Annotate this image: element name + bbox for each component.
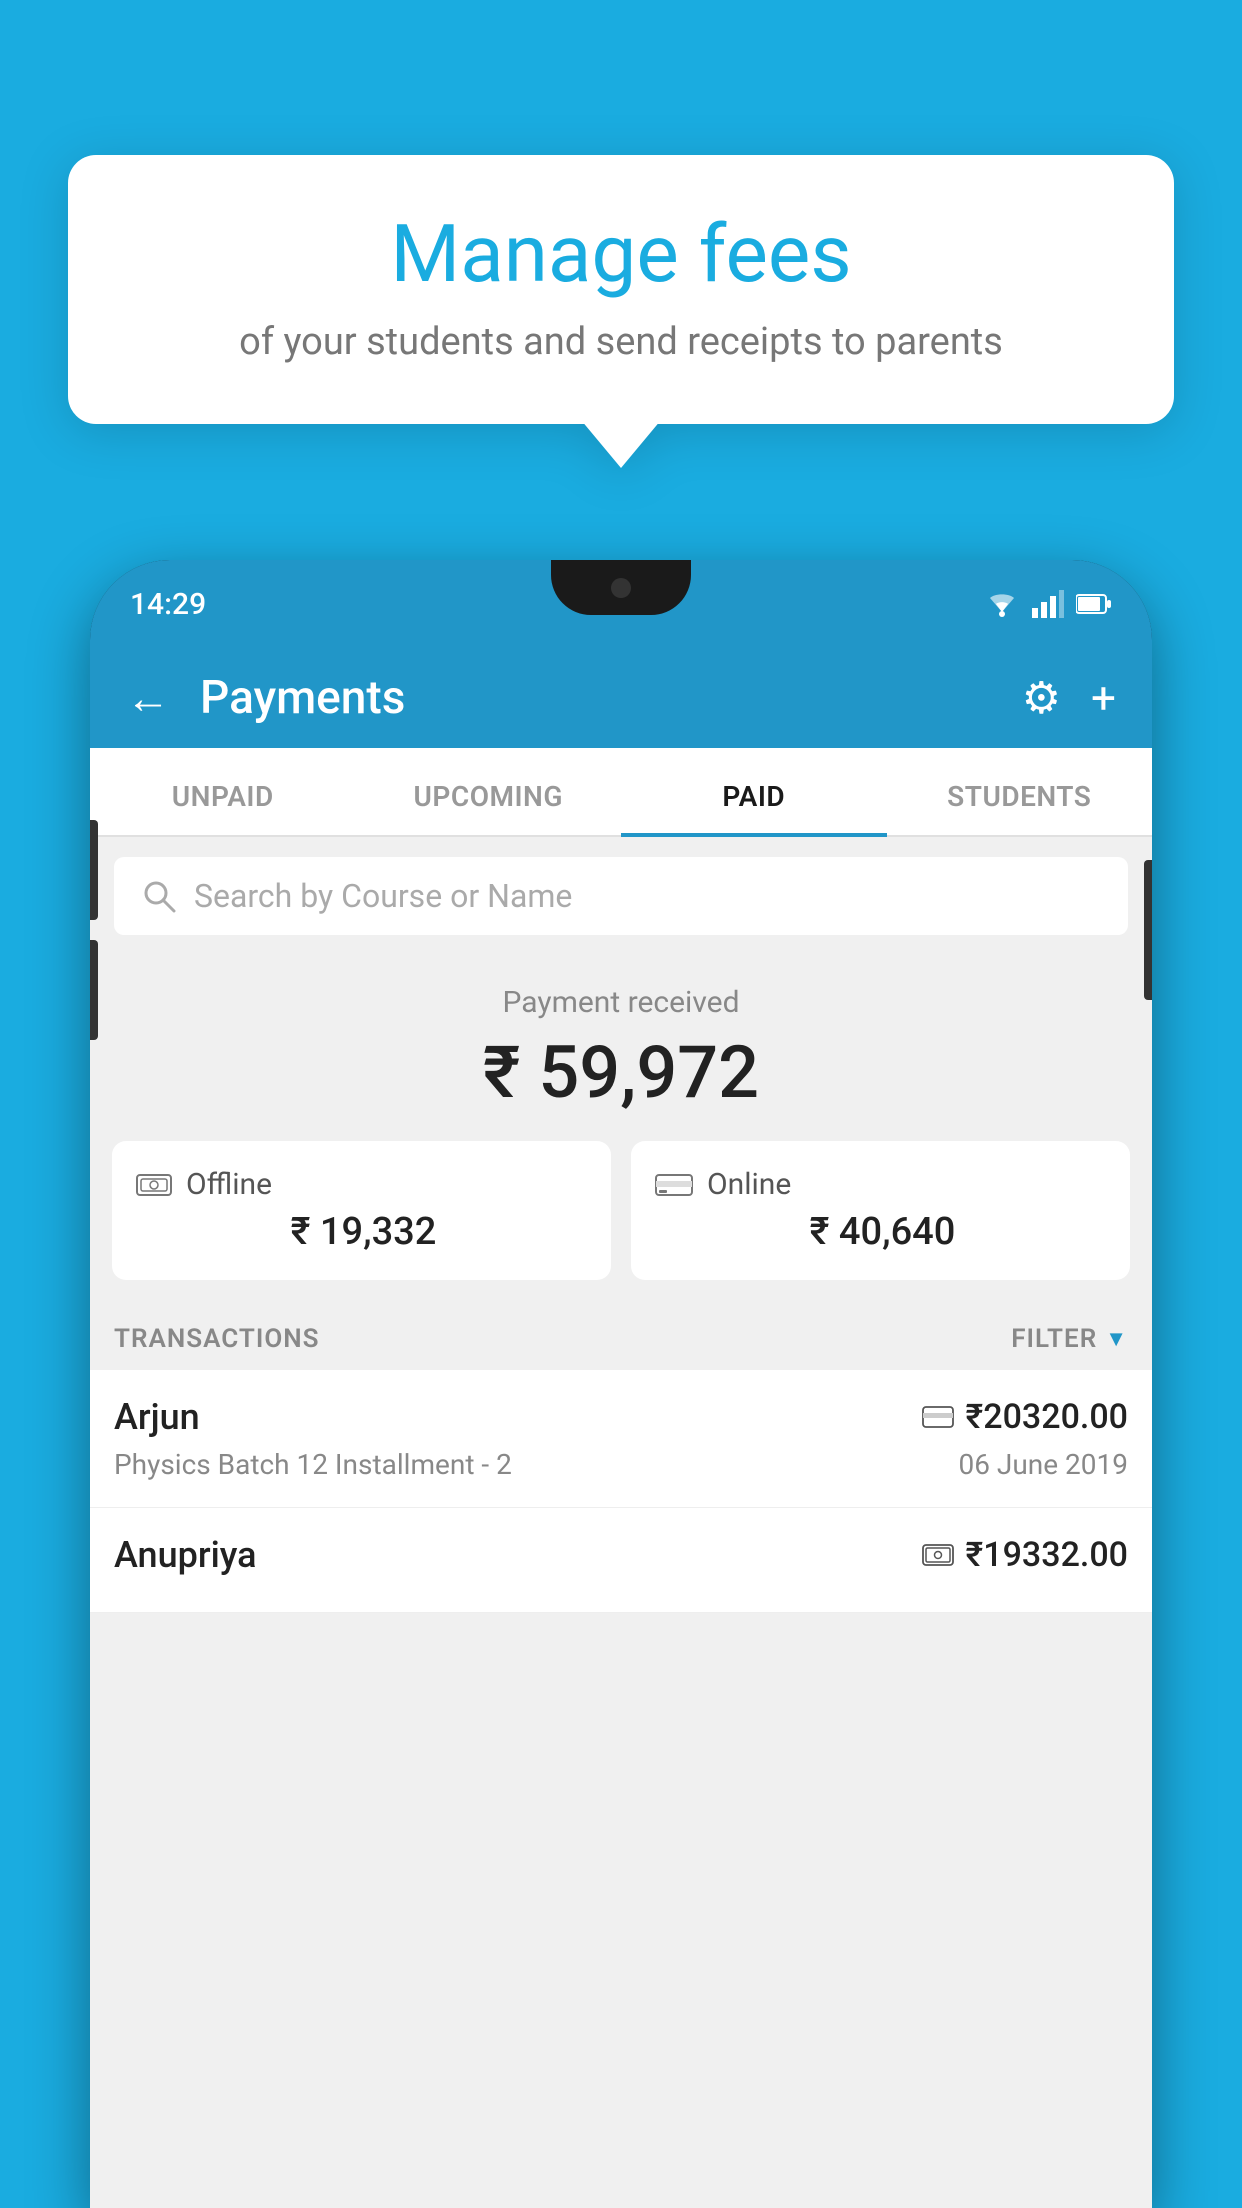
- transaction-name: Anupriya: [114, 1534, 257, 1576]
- power-button: [1144, 860, 1152, 1000]
- payment-cards: Offline ₹ 19,332 Online: [90, 1141, 1152, 1280]
- payment-received-label: Payment received: [90, 985, 1152, 1020]
- status-time: 14:29: [130, 587, 206, 622]
- notch: [551, 560, 691, 615]
- filter-icon: ▼: [1105, 1326, 1128, 1352]
- online-card: Online ₹ 40,640: [631, 1141, 1130, 1280]
- page-title: Payments: [200, 671, 992, 725]
- online-card-header: Online: [655, 1167, 1106, 1202]
- online-payment-icon: [655, 1171, 693, 1199]
- tab-unpaid[interactable]: UNPAID: [90, 748, 356, 835]
- back-button[interactable]: ←: [126, 672, 170, 724]
- tab-paid[interactable]: PAID: [621, 748, 887, 835]
- online-amount: ₹ 40,640: [655, 1210, 1106, 1254]
- transaction-name: Arjun: [114, 1396, 200, 1438]
- transactions-label: TRANSACTIONS: [114, 1324, 320, 1354]
- transaction-amount: ₹19332.00: [966, 1535, 1128, 1575]
- bubble-title: Manage fees: [128, 210, 1114, 298]
- online-label: Online: [707, 1167, 791, 1202]
- app-content: Search by Course or Name Payment receive…: [90, 837, 1152, 2208]
- battery-icon: [1076, 593, 1112, 615]
- camera: [611, 578, 631, 598]
- transaction-amount-row: ₹19332.00: [922, 1535, 1128, 1575]
- payment-total-amount: ₹ 59,972: [90, 1030, 1152, 1115]
- volume-up-button: [90, 820, 98, 920]
- volume-down-button: [90, 940, 98, 1040]
- transactions-header: TRANSACTIONS FILTER ▼: [90, 1304, 1152, 1370]
- signal-icon: [1032, 590, 1064, 618]
- transaction-top: Anupriya ₹19332.00: [114, 1534, 1128, 1576]
- search-bar[interactable]: Search by Course or Name: [114, 857, 1128, 935]
- status-icons: [984, 590, 1112, 618]
- offline-payment-icon: [136, 1171, 172, 1199]
- transaction-amount-row: ₹20320.00: [922, 1397, 1128, 1437]
- transaction-row[interactable]: Anupriya ₹19332.00: [90, 1508, 1152, 1613]
- transaction-row[interactable]: Arjun ₹20320.00 Physics Batch 12 Install…: [90, 1370, 1152, 1508]
- offline-card-header: Offline: [136, 1167, 587, 1202]
- settings-icon[interactable]: ⚙: [1022, 672, 1061, 724]
- wifi-icon: [984, 590, 1020, 618]
- tabs-bar: UNPAID UPCOMING PAID STUDENTS: [90, 748, 1152, 837]
- offline-label: Offline: [186, 1167, 272, 1202]
- filter-button[interactable]: FILTER ▼: [1011, 1324, 1128, 1354]
- offline-icon: [922, 1543, 954, 1567]
- payment-summary: Payment received ₹ 59,972 Offline: [90, 955, 1152, 1633]
- add-icon[interactable]: +: [1091, 672, 1116, 724]
- transaction-bottom: Physics Batch 12 Installment - 2 06 June…: [114, 1448, 1128, 1481]
- offline-amount: ₹ 19,332: [136, 1210, 587, 1254]
- header-icons: ⚙ +: [1022, 672, 1116, 724]
- tab-students[interactable]: STUDENTS: [887, 748, 1153, 835]
- offline-card: Offline ₹ 19,332: [112, 1141, 611, 1280]
- status-bar: 14:29: [90, 560, 1152, 648]
- online-icon: [922, 1405, 954, 1429]
- transaction-detail: Physics Batch 12 Installment - 2: [114, 1448, 512, 1481]
- transaction-date: 06 June 2019: [958, 1448, 1128, 1481]
- tab-upcoming[interactable]: UPCOMING: [356, 748, 622, 835]
- search-icon: [142, 879, 176, 913]
- search-input[interactable]: Search by Course or Name: [194, 877, 572, 915]
- speech-bubble: Manage fees of your students and send re…: [68, 155, 1174, 424]
- transaction-top: Arjun ₹20320.00: [114, 1396, 1128, 1438]
- phone-frame: 14:29: [90, 560, 1152, 2208]
- bubble-subtitle: of your students and send receipts to pa…: [128, 320, 1114, 364]
- app-header: ← Payments ⚙ +: [90, 648, 1152, 748]
- transaction-amount: ₹20320.00: [966, 1397, 1128, 1437]
